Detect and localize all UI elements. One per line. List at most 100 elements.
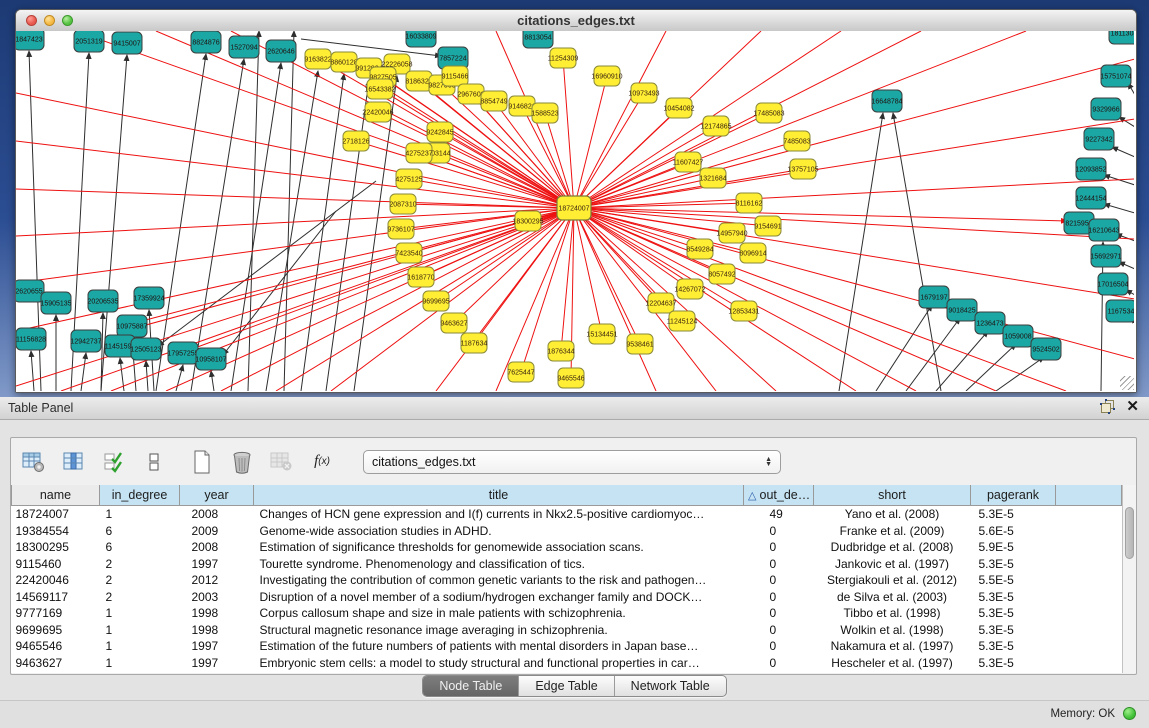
cell[interactable]: 1 [100, 622, 180, 639]
cell[interactable]: 1997 [180, 556, 254, 573]
graph-node[interactable]: 9415007 [112, 32, 142, 54]
graph-node[interactable]: 16960910 [591, 66, 622, 86]
cell[interactable]: 1997 [180, 638, 254, 655]
cell[interactable]: Jankovic et al. (1997) [814, 556, 971, 573]
graph-node[interactable]: 12505123 [130, 338, 161, 360]
cell[interactable]: 9463627 [12, 655, 100, 672]
graph-node[interactable]: 9736107 [387, 219, 414, 239]
graph-node[interactable]: 8813054 [523, 31, 553, 48]
cell[interactable]: 6 [100, 523, 180, 540]
selection-mode-button[interactable] [101, 449, 127, 475]
table-scrollbar-thumb[interactable] [1125, 507, 1134, 559]
network-canvas[interactable]: 1847423205131994150078824876152709426206… [16, 31, 1134, 391]
graph-node[interactable]: 14957940 [716, 223, 747, 243]
cell[interactable]: Yano et al. (2008) [814, 506, 971, 523]
graph-node[interactable]: 12174865 [700, 116, 731, 136]
cell[interactable]: 22420046 [12, 572, 100, 589]
cell[interactable]: 1 [100, 638, 180, 655]
graph-node[interactable]: 7485083 [783, 131, 810, 151]
graph-node[interactable]: 12853431 [728, 301, 759, 321]
cell[interactable]: 1998 [180, 605, 254, 622]
function-builder-button[interactable]: f(x) [309, 449, 335, 475]
graph-node[interactable]: 1618770 [407, 267, 434, 287]
graph-node[interactable]: 1527094 [229, 36, 259, 58]
table-row[interactable]: 946362711997Embryonic stem cells: a mode… [12, 655, 1122, 672]
graph-node[interactable]: 8860128 [330, 52, 357, 72]
window-resize-grip[interactable] [1120, 376, 1134, 390]
cell[interactable]: 1 [100, 506, 180, 523]
graph-node[interactable]: 15692971 [1090, 245, 1121, 267]
graph-node[interactable]: 16543382 [364, 79, 395, 99]
graph-node[interactable]: 10973493 [628, 83, 659, 103]
cell[interactable]: 19384554 [12, 523, 100, 540]
table-row[interactable]: 1456911722003Disruption of a novel membe… [12, 589, 1122, 606]
graph-node[interactable]: 20206535 [87, 290, 118, 312]
cell[interactable]: Franke et al. (2009) [814, 523, 971, 540]
graph-node[interactable]: 12444154 [1075, 187, 1106, 209]
cell[interactable]: Corpus callosum shape and size in male p… [254, 605, 744, 622]
cell[interactable]: 18300295 [12, 539, 100, 556]
table-row[interactable]: 1938455462009Genome-wide association stu… [12, 523, 1122, 540]
cell[interactable]: Estimation of significance thresholds fo… [254, 539, 744, 556]
table-settings-button[interactable] [21, 449, 47, 475]
graph-node[interactable]: 8096914 [739, 243, 766, 263]
graph-node[interactable]: 8549284 [686, 239, 713, 259]
cell[interactable]: Changes of HCN gene expression and I(f) … [254, 506, 744, 523]
cell[interactable]: Genome-wide association studies in ADHD. [254, 523, 744, 540]
cell[interactable]: Estimation of the future numbers of pati… [254, 638, 744, 655]
cell[interactable]: 2008 [180, 506, 254, 523]
column-header-short[interactable]: short [814, 485, 971, 506]
graph-node[interactable]: 8854749 [480, 91, 507, 111]
graph-node[interactable]: 8116162 [736, 193, 763, 213]
graph-node[interactable]: 12204637 [645, 293, 676, 313]
graph-node[interactable]: 15905135 [40, 292, 71, 314]
cell[interactable]: 2008 [180, 539, 254, 556]
cell[interactable]: 5.3E-5 [971, 655, 1056, 672]
cell[interactable]: de Silva et al. (2003) [814, 589, 971, 606]
graph-node[interactable]: 9227342 [1084, 128, 1114, 150]
cell[interactable]: 2003 [180, 589, 254, 606]
table-row[interactable]: 911546021997Tourette syndrome. Phenomeno… [12, 556, 1122, 573]
graph-node[interactable]: 1321684 [699, 168, 726, 188]
graph-node[interactable]: 1187634 [461, 333, 488, 353]
graph-node[interactable]: 1876344 [547, 341, 574, 361]
tab-edge-table[interactable]: Edge Table [519, 676, 614, 696]
graph-node[interactable]: 9163822 [304, 49, 331, 69]
cell[interactable]: 0 [744, 523, 814, 540]
graph-node[interactable]: 18300295 [512, 211, 543, 231]
cell[interactable]: Structural magnetic resonance image aver… [254, 622, 744, 639]
graph-node[interactable]: 4275125 [395, 169, 422, 189]
cell[interactable]: 1997 [180, 655, 254, 672]
table-select-dropdown[interactable]: citations_edges.txt ▲▼ [363, 450, 781, 474]
graph-node[interactable]: 8824876 [191, 31, 221, 53]
column-header-title[interactable]: title [254, 485, 744, 506]
graph-node[interactable]: 9465546 [557, 368, 584, 388]
graph-node[interactable]: 1847423 [16, 31, 44, 50]
cell[interactable]: Hescheler et al. (1997) [814, 655, 971, 672]
graph-node[interactable]: 9699695 [422, 291, 449, 311]
cell[interactable]: 1 [100, 655, 180, 672]
graph-node[interactable]: 9242845 [426, 122, 453, 142]
graph-node[interactable]: 9115466 [442, 66, 469, 86]
graph-node[interactable]: 7625447 [507, 362, 534, 382]
graph-node[interactable]: 12093852 [1075, 158, 1106, 180]
graph-node[interactable]: 18724007 [557, 196, 591, 220]
cell[interactable]: 2009 [180, 523, 254, 540]
cell[interactable]: 0 [744, 539, 814, 556]
graph-node[interactable]: 9463627 [440, 313, 467, 333]
cell[interactable]: Embryonic stem cells: a model to study s… [254, 655, 744, 672]
table-row[interactable]: 1830029562008Estimation of significance … [12, 539, 1122, 556]
graph-node[interactable]: 13757105 [787, 159, 818, 179]
cell[interactable]: 0 [744, 589, 814, 606]
cell[interactable]: Wolkin et al. (1998) [814, 622, 971, 639]
cell[interactable]: Nakamura et al. (1997) [814, 638, 971, 655]
cell[interactable]: 14569117 [12, 589, 100, 606]
cell[interactable]: 0 [744, 655, 814, 672]
close-panel-icon[interactable]: ✕ [1126, 400, 1139, 413]
graph-node[interactable]: 14267072 [674, 279, 705, 299]
insert-column-button[interactable] [61, 449, 87, 475]
cell[interactable]: Dudbridge et al. (2008) [814, 539, 971, 556]
table-row[interactable]: 2242004622012Investigating the contribut… [12, 572, 1122, 589]
graph-node[interactable]: 1236473 [975, 312, 1005, 334]
table-scrollbar[interactable] [1122, 485, 1136, 673]
